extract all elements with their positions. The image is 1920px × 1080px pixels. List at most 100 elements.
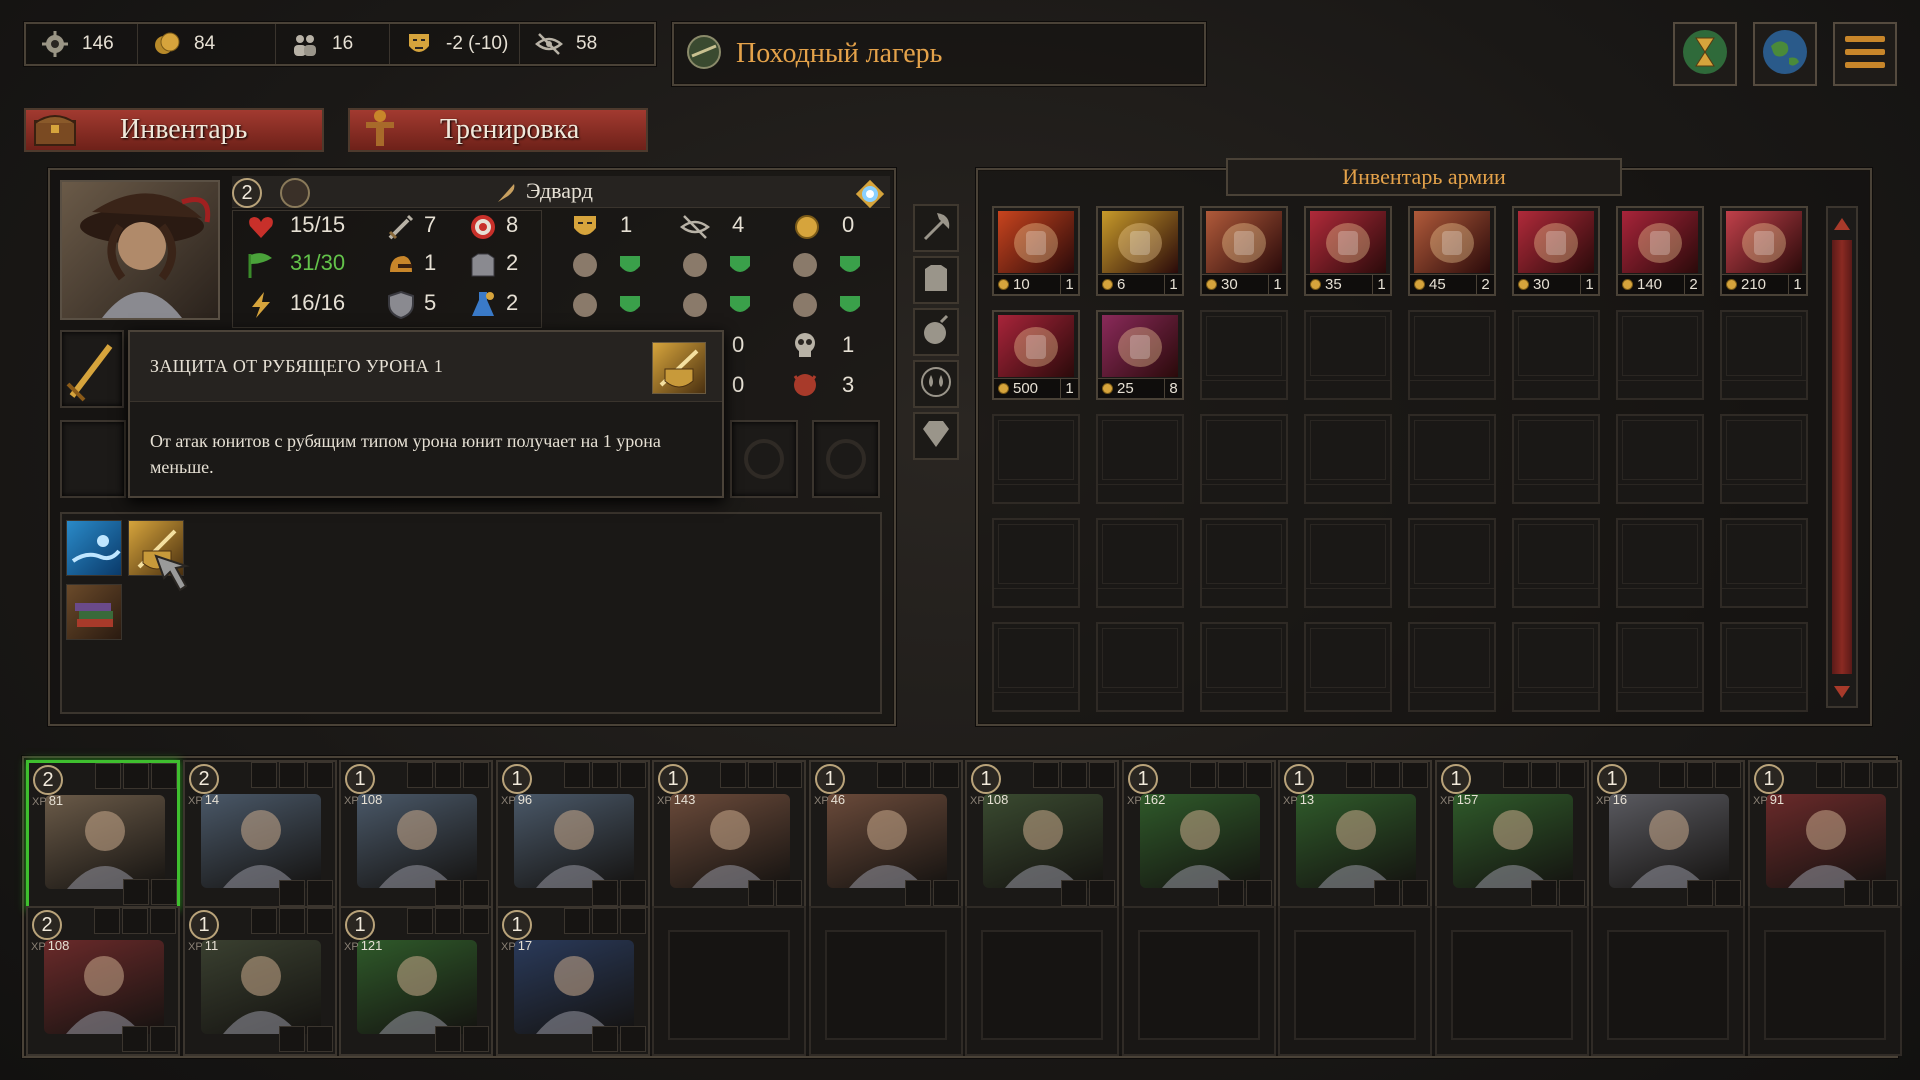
- unit-slot[interactable]: [407, 762, 433, 788]
- unit-slot[interactable]: [592, 762, 618, 788]
- inventory-empty-slot[interactable]: [1304, 310, 1392, 400]
- unit-card[interactable]: 2 XP 81: [26, 760, 180, 910]
- unit-slot[interactable]: [564, 908, 590, 934]
- filter-armor-button[interactable]: [913, 256, 959, 304]
- inventory-scrollbar[interactable]: [1826, 206, 1858, 708]
- inventory-empty-slot[interactable]: [1304, 518, 1392, 608]
- unit-slot[interactable]: [1346, 762, 1372, 788]
- inventory-empty-slot[interactable]: [1200, 518, 1288, 608]
- unit-slot[interactable]: [776, 762, 802, 788]
- unit-equip-slot[interactable]: [748, 880, 774, 906]
- scrollbar-thumb[interactable]: [1832, 240, 1852, 674]
- empty-unit-slot[interactable]: [809, 906, 963, 1056]
- unit-equip-slot[interactable]: [1559, 880, 1585, 906]
- unit-equip-slot[interactable]: [1218, 880, 1244, 906]
- inventory-empty-slot[interactable]: [1408, 518, 1496, 608]
- unit-slot[interactable]: [463, 908, 489, 934]
- unit-slot[interactable]: [1374, 762, 1400, 788]
- unit-equip-slot[interactable]: [1061, 880, 1087, 906]
- scroll-up-icon[interactable]: [1830, 212, 1854, 240]
- filter-valuables-button[interactable]: [913, 412, 959, 460]
- unit-equip-slot[interactable]: [307, 1026, 333, 1052]
- unit-slot[interactable]: [151, 763, 177, 789]
- inventory-empty-slot[interactable]: [1616, 622, 1704, 712]
- empty-unit-slot[interactable]: [652, 906, 806, 1056]
- inventory-item[interactable]: 61: [1096, 206, 1184, 296]
- talisman-slot[interactable]: [730, 420, 798, 498]
- unit-slot[interactable]: [720, 762, 746, 788]
- world-map-button[interactable]: [1753, 22, 1817, 86]
- unit-equip-slot[interactable]: [122, 1026, 148, 1052]
- unit-equip-slot[interactable]: [620, 880, 646, 906]
- inventory-empty-slot[interactable]: [992, 414, 1080, 504]
- inventory-empty-slot[interactable]: [1616, 310, 1704, 400]
- unit-slot[interactable]: [122, 908, 148, 934]
- inventory-empty-slot[interactable]: [1096, 518, 1184, 608]
- unit-slot[interactable]: [564, 762, 590, 788]
- unit-card[interactable]: 1 XP 157: [1435, 760, 1589, 910]
- books-ability-icon[interactable]: [66, 584, 122, 640]
- unit-slot[interactable]: [1190, 762, 1216, 788]
- unit-slot[interactable]: [1033, 762, 1059, 788]
- unit-slot[interactable]: [1218, 762, 1244, 788]
- unit-slot[interactable]: [877, 762, 903, 788]
- unit-slot[interactable]: [748, 762, 774, 788]
- unit-equip-slot[interactable]: [1374, 880, 1400, 906]
- end-turn-button[interactable]: [1673, 22, 1737, 86]
- unit-equip-slot[interactable]: [150, 1026, 176, 1052]
- inventory-empty-slot[interactable]: [1200, 414, 1288, 504]
- empty-unit-slot[interactable]: [1122, 906, 1276, 1056]
- inventory-empty-slot[interactable]: [1200, 310, 1288, 400]
- unit-equip-slot[interactable]: [435, 880, 461, 906]
- unit-equip-slot[interactable]: [279, 1026, 305, 1052]
- inventory-empty-slot[interactable]: [1512, 622, 1600, 712]
- unit-equip-slot[interactable]: [279, 880, 305, 906]
- unit-slot[interactable]: [1687, 762, 1713, 788]
- unit-equip-slot[interactable]: [1246, 880, 1272, 906]
- unit-slot[interactable]: [150, 908, 176, 934]
- unit-slot[interactable]: [95, 763, 121, 789]
- tab-training[interactable]: Тренировка: [348, 108, 648, 152]
- unit-slot[interactable]: [435, 762, 461, 788]
- unit-slot[interactable]: [1089, 762, 1115, 788]
- unit-slot[interactable]: [620, 762, 646, 788]
- talisman-slot[interactable]: [812, 420, 880, 498]
- unit-slot[interactable]: [1061, 762, 1087, 788]
- unit-equip-slot[interactable]: [592, 1026, 618, 1052]
- unit-card[interactable]: 2 XP 108: [26, 906, 180, 1056]
- unit-equip-slot[interactable]: [463, 880, 489, 906]
- unit-card[interactable]: 1 XP 13: [1278, 760, 1432, 910]
- inventory-item[interactable]: 45 2: [1408, 206, 1496, 296]
- unit-card[interactable]: 1 XP 46: [809, 760, 963, 910]
- unit-equip-slot[interactable]: [776, 880, 802, 906]
- filter-weapons-button[interactable]: [913, 204, 959, 252]
- unit-equip-slot[interactable]: [933, 880, 959, 906]
- unit-slot[interactable]: [251, 762, 277, 788]
- unit-equip-slot[interactable]: [592, 880, 618, 906]
- unit-card[interactable]: 1 XP 17: [496, 906, 650, 1056]
- inventory-empty-slot[interactable]: [1304, 622, 1392, 712]
- accessory-slot[interactable]: [60, 420, 126, 498]
- unit-slot[interactable]: [1659, 762, 1685, 788]
- empty-unit-slot[interactable]: [965, 906, 1119, 1056]
- filter-consumables-button[interactable]: [913, 308, 959, 356]
- inventory-empty-slot[interactable]: [992, 518, 1080, 608]
- unit-equip-slot[interactable]: [905, 880, 931, 906]
- unit-slot[interactable]: [1531, 762, 1557, 788]
- main-menu-button[interactable]: [1833, 22, 1897, 86]
- inventory-empty-slot[interactable]: [1720, 622, 1808, 712]
- swim-ability-icon[interactable]: [66, 520, 122, 576]
- unit-slot[interactable]: [123, 763, 149, 789]
- inventory-empty-slot[interactable]: [1096, 414, 1184, 504]
- filter-potions-button[interactable]: [913, 360, 959, 408]
- weapon-slot[interactable]: [60, 330, 124, 408]
- unit-card[interactable]: 1 XP 96: [496, 760, 650, 910]
- unit-equip-slot[interactable]: [1844, 880, 1870, 906]
- unit-card[interactable]: 2 XP 14: [183, 760, 337, 910]
- unit-equip-slot[interactable]: [1872, 880, 1898, 906]
- unit-slot[interactable]: [1246, 762, 1272, 788]
- unit-slot[interactable]: [1503, 762, 1529, 788]
- sun-emblem-icon[interactable]: [852, 176, 888, 216]
- unit-equip-slot[interactable]: [435, 1026, 461, 1052]
- unit-slot[interactable]: [933, 762, 959, 788]
